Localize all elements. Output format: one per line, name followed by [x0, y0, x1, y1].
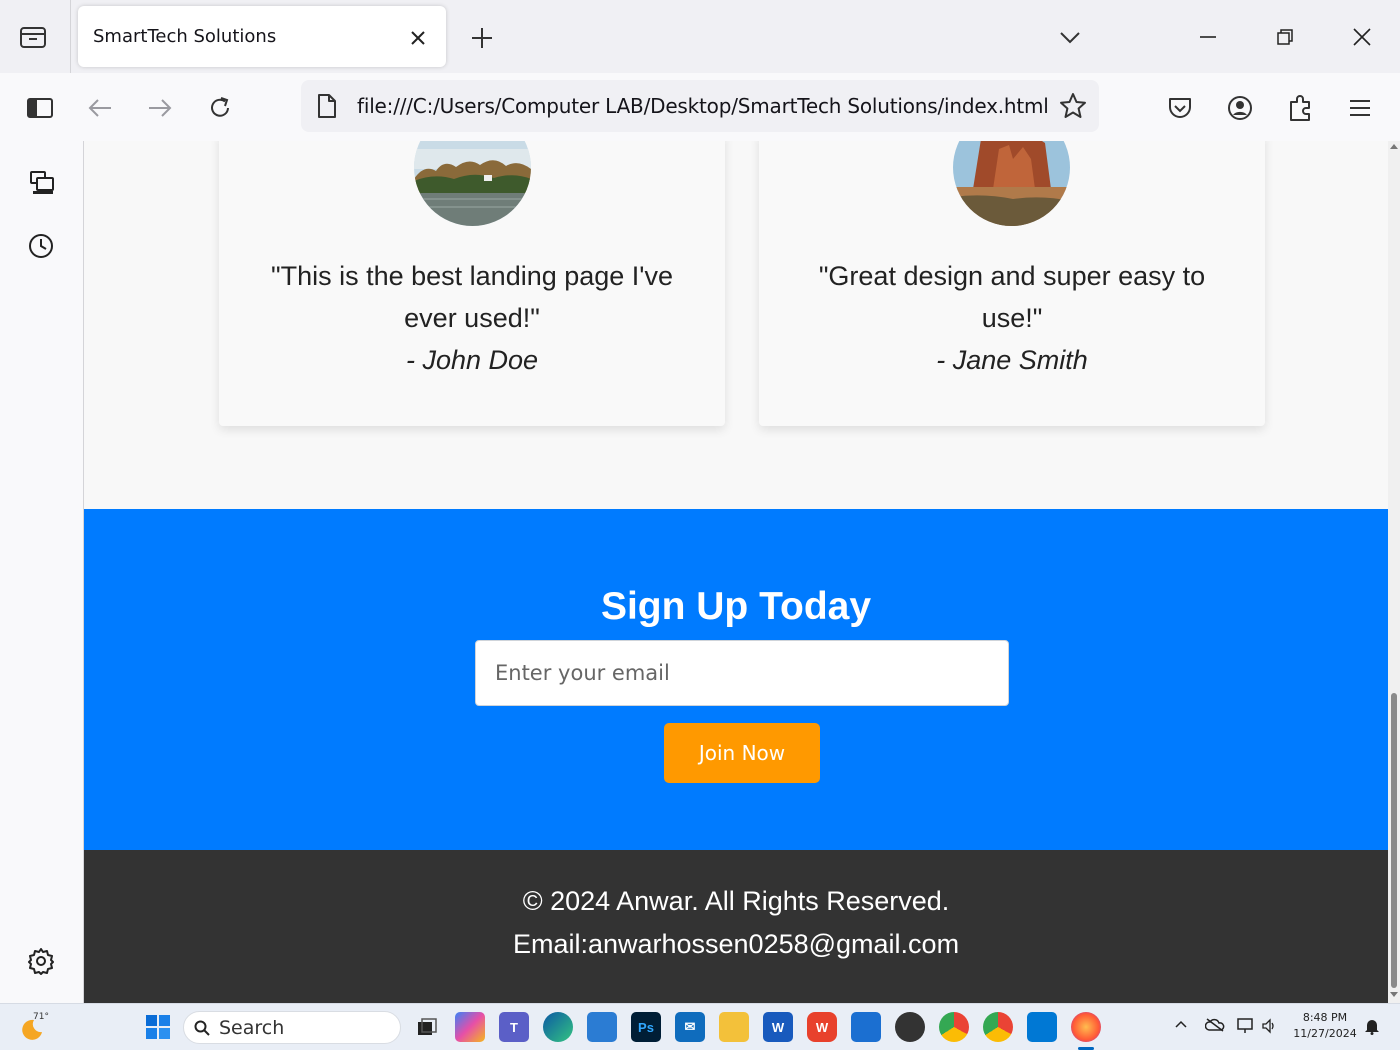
scroll-up-arrow-icon[interactable] — [1390, 143, 1398, 149]
restore-button[interactable] — [1265, 20, 1305, 54]
testimonial-avatar — [953, 141, 1070, 226]
email-field[interactable] — [475, 640, 1009, 706]
close-icon — [1353, 28, 1371, 46]
account-button[interactable] — [1222, 90, 1258, 126]
quote-line: "Great design and super easy to — [818, 261, 1206, 291]
onedrive-icon[interactable] — [1205, 1018, 1225, 1032]
minimize-button[interactable] — [1188, 20, 1228, 54]
testimonial-author: - Jane Smith — [936, 345, 1088, 375]
testimonial-author: - John Doe — [405, 345, 539, 375]
chrome-profile-icon[interactable] — [983, 1012, 1013, 1042]
page-icon — [316, 93, 338, 119]
synced-tabs-icon[interactable] — [27, 169, 57, 197]
page-viewport: "This is the best landing page I've ever… — [84, 141, 1388, 1003]
windows-start-icon[interactable] — [146, 1015, 170, 1039]
wps-office-icon[interactable]: W — [807, 1012, 837, 1042]
windows-taskbar: 71° Search T Ps ✉ W W 8:48 PM 11/27/2024 — [0, 1003, 1400, 1050]
file-explorer-icon[interactable] — [719, 1012, 749, 1042]
back-button[interactable] — [82, 90, 118, 126]
join-now-button[interactable]: Join Now — [664, 723, 820, 783]
page-footer: © 2024 Anwar. All Rights Reserved. Email… — [84, 850, 1388, 1003]
search-label: Search — [219, 1017, 285, 1039]
new-tab-button[interactable] — [466, 22, 498, 54]
download-manager-icon[interactable] — [895, 1012, 925, 1042]
copilot-icon[interactable] — [455, 1012, 485, 1042]
settings-gear-icon[interactable] — [27, 947, 55, 975]
tab-list-icon — [20, 27, 46, 48]
taskbar-clock[interactable]: 8:48 PM 11/27/2024 — [1290, 1010, 1360, 1042]
sidebar-toggle-button[interactable] — [22, 90, 58, 126]
quote-line: use!" — [981, 303, 1043, 333]
signup-section: Sign Up Today Join Now — [84, 509, 1388, 850]
testimonial-quote: "Great design and super easy to use!" - … — [759, 255, 1265, 381]
signup-title: Sign Up Today — [600, 585, 872, 628]
forward-button[interactable] — [142, 90, 178, 126]
close-icon — [411, 31, 425, 45]
tab-separator — [70, 0, 71, 73]
notification-bell-icon[interactable] — [1364, 1017, 1380, 1035]
task-view-icon[interactable] — [412, 1012, 442, 1042]
scrollbar-thumb[interactable] — [1391, 693, 1397, 988]
page-scrollbar[interactable] — [1388, 141, 1400, 1003]
chat-app-icon[interactable] — [851, 1012, 881, 1042]
quote-line: ever used!" — [404, 303, 540, 333]
list-all-tabs-button[interactable] — [1056, 24, 1084, 52]
testimonial-card: "This is the best landing page I've ever… — [219, 141, 725, 426]
plus-icon — [472, 28, 492, 48]
arrow-right-icon — [149, 99, 172, 117]
extensions-button[interactable] — [1282, 90, 1318, 126]
pocket-button[interactable] — [1162, 90, 1198, 126]
scroll-down-arrow-icon[interactable] — [1390, 992, 1398, 998]
close-window-button[interactable] — [1342, 20, 1382, 54]
account-icon — [1228, 96, 1252, 120]
minimize-icon — [1200, 36, 1216, 38]
weather-temp: 71° — [33, 1012, 49, 1022]
url-bar[interactable]: file:///C:/Users/Computer LAB/Desktop/Sm… — [301, 80, 1099, 132]
browser-tab-active[interactable]: SmartTech Solutions — [78, 6, 446, 67]
app-menu-button[interactable] — [1342, 90, 1378, 126]
edge-icon[interactable] — [543, 1012, 573, 1042]
chevron-down-icon — [1060, 32, 1080, 44]
sidebar-icon — [27, 98, 53, 118]
volume-icon[interactable] — [1261, 1018, 1277, 1034]
taskbar-search-box[interactable]: Search — [183, 1011, 401, 1044]
footer-copyright: © 2024 Anwar. All Rights Reserved. — [522, 886, 950, 916]
restore-icon — [1277, 29, 1293, 45]
hamburger-menu-icon — [1350, 100, 1370, 116]
firefox-icon[interactable] — [1071, 1012, 1101, 1042]
browser-titlebar: SmartTech Solutions — [0, 0, 1400, 73]
pocket-icon — [1169, 98, 1191, 118]
chevron-up-icon[interactable] — [1175, 1020, 1187, 1028]
history-icon[interactable] — [27, 232, 55, 260]
testimonial-quote: "This is the best landing page I've ever… — [219, 255, 725, 381]
tab-close-button[interactable] — [406, 26, 430, 50]
store-icon[interactable] — [587, 1012, 617, 1042]
tab-title: SmartTech Solutions — [93, 26, 277, 47]
mail-icon[interactable]: ✉ — [675, 1012, 705, 1042]
url-text[interactable]: file:///C:/Users/Computer LAB/Desktop/Sm… — [357, 94, 1049, 118]
network-icon[interactable] — [1237, 1017, 1255, 1035]
testimonial-card: "Great design and super easy to use!" - … — [759, 141, 1265, 426]
testimonial-avatar — [414, 141, 531, 226]
reload-button[interactable] — [202, 90, 238, 126]
browser-navbar: file:///C:/Users/Computer LAB/Desktop/Sm… — [0, 73, 1400, 141]
photoshop-icon[interactable]: Ps — [631, 1012, 661, 1042]
reload-icon — [211, 97, 229, 117]
tab-list-button[interactable] — [14, 20, 52, 54]
bookmark-star-icon[interactable] — [1059, 92, 1087, 120]
chrome-icon[interactable] — [939, 1012, 969, 1042]
arrow-left-icon — [88, 99, 111, 117]
footer-email: Email:anwarhossen0258@gmail.com — [512, 929, 960, 959]
browser-sidebar — [0, 141, 83, 1003]
search-icon — [194, 1020, 210, 1036]
teams-icon[interactable]: T — [499, 1012, 529, 1042]
vscode-icon[interactable] — [1027, 1012, 1057, 1042]
puzzle-icon — [1290, 95, 1310, 121]
quote-line: "This is the best landing page I've — [271, 261, 673, 291]
clock-date: 11/27/2024 — [1293, 1027, 1357, 1040]
clock-time: 8:48 PM — [1302, 1011, 1348, 1024]
word-icon[interactable]: W — [763, 1012, 793, 1042]
